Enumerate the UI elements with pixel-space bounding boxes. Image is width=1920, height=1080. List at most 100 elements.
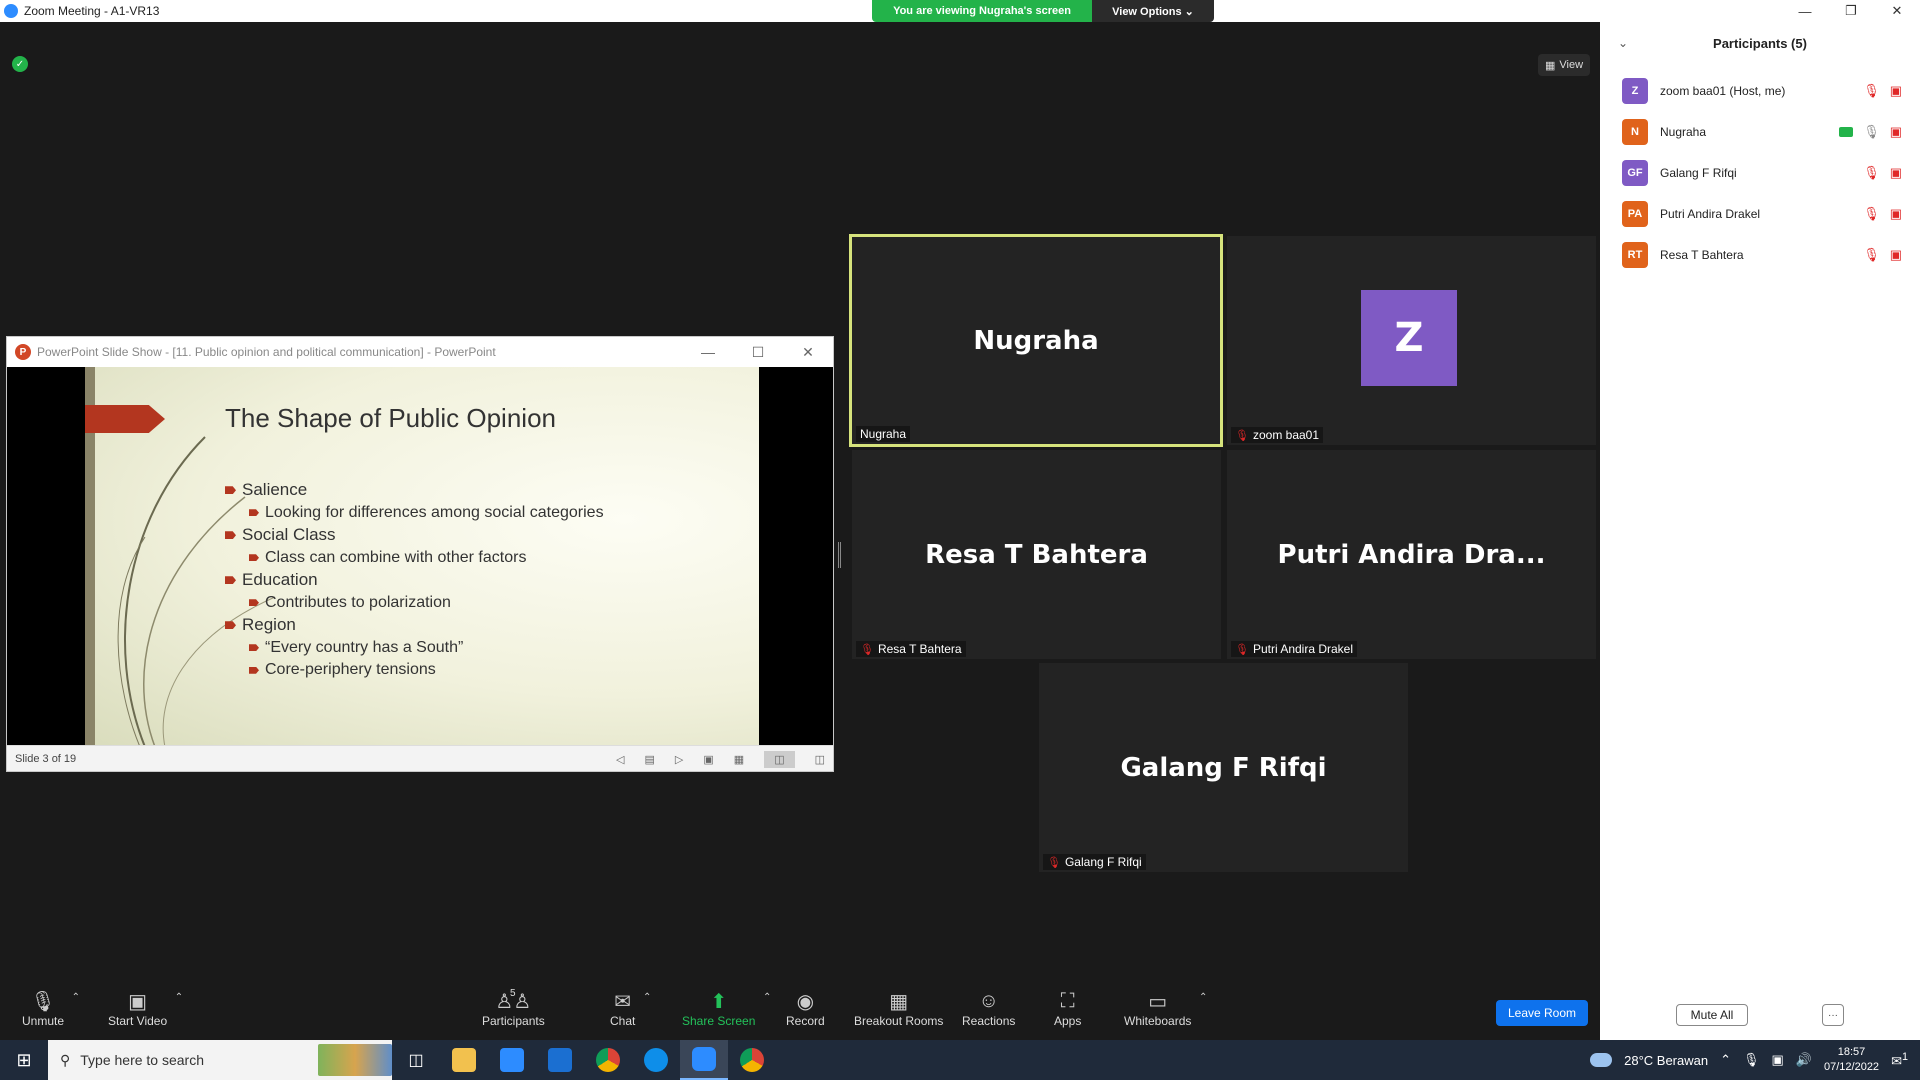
record-button[interactable]: ◉ Record	[786, 988, 825, 1029]
participant-row[interactable]: N Nugraha 🎙 ▣	[1622, 117, 1912, 147]
bullet-arrow-icon	[225, 531, 236, 540]
chevron-up-icon[interactable]: ⌃	[1199, 992, 1207, 1003]
mic-muted-icon: 🎙	[1863, 247, 1880, 262]
bullet-arrow-icon	[249, 644, 259, 652]
next-slide-icon[interactable]: ▷	[675, 753, 683, 766]
window-title: Zoom Meeting - A1-VR13	[24, 4, 160, 18]
view-button[interactable]: ▦ View	[1538, 54, 1590, 76]
video-tile[interactable]: Resa T Bahtera 🎙 Resa T Bahtera	[852, 450, 1221, 659]
search-input[interactable]: Type here to search	[80, 1052, 204, 1068]
ppt-maximize-icon[interactable]: ☐	[733, 337, 783, 367]
mic-tray-icon: 🎙	[1743, 1052, 1760, 1067]
chevron-up-icon[interactable]: ⌃	[72, 992, 80, 1003]
previous-slide-icon[interactable]: ◁	[616, 753, 624, 766]
share-screen-button[interactable]: ⬆ Share Screen ⌃	[682, 988, 771, 1029]
slide-counter: Slide 3 of 19	[15, 752, 77, 765]
start-video-button[interactable]: ▣ Start Video ⌃	[108, 988, 183, 1029]
participants-button[interactable]: ♙♙ 5 Participants	[482, 988, 545, 1028]
apps-icon: ⛶	[1060, 989, 1075, 1012]
more-options-button[interactable]: ···	[1822, 1004, 1844, 1026]
window-controls: — ❐ ✕	[1782, 0, 1920, 22]
view-options-button[interactable]: View Options ⌄	[1092, 0, 1214, 22]
file-explorer-icon[interactable]	[440, 1040, 488, 1080]
weather-text[interactable]: 28°C Berawan	[1624, 1053, 1708, 1068]
clock-date: 07/12/2022	[1824, 1061, 1880, 1073]
slide-sorter-icon[interactable]: ▦	[734, 753, 744, 766]
volume-icon[interactable]: 🔊	[1796, 1052, 1812, 1068]
clock[interactable]: 18:57 07/12/2022	[1824, 1045, 1879, 1075]
video-tile[interactable]: Galang F Rifqi 🎙 Galang F Rifqi	[1039, 663, 1408, 872]
participant-row[interactable]: Z zoom baa01 (Host, me) 🎙 ▣	[1622, 76, 1912, 106]
tile-name-label: 🎙 Putri Andira Drakel	[1231, 641, 1358, 657]
chevron-up-icon[interactable]: ⌃	[1720, 1052, 1731, 1068]
whiteboards-button[interactable]: ▭ Whiteboards ⌃	[1124, 988, 1207, 1029]
minimize-icon[interactable]: —	[1782, 0, 1828, 22]
windows-start-icon[interactable]: ⊞	[0, 1040, 48, 1080]
normal-view-icon[interactable]: ▣	[703, 753, 713, 766]
microsoft-store-icon[interactable]	[488, 1040, 536, 1080]
participants-panel: ⌄ Participants (5) Z zoom baa01 (Host, m…	[1600, 22, 1920, 1040]
tile-display-name: Putri Andira Dra...	[1277, 539, 1546, 570]
mute-all-button[interactable]: Mute All	[1676, 1004, 1748, 1026]
split-divider-handle[interactable]	[838, 542, 841, 568]
restore-icon[interactable]: ❐	[1828, 0, 1874, 22]
mic-muted-icon: 🎙	[1235, 429, 1249, 442]
screen-share-icon	[1839, 127, 1854, 137]
mail-icon[interactable]	[536, 1040, 584, 1080]
ppt-statusbar: Slide 3 of 19 ◁ ▤ ▷ ▣ ▦ ◫ ◫	[7, 745, 833, 771]
video-tile[interactable]: Nugraha Nugraha	[849, 234, 1223, 447]
zoom-taskbar-icon[interactable]	[680, 1040, 728, 1080]
search-icon: ⚲	[60, 1051, 71, 1068]
windows-taskbar: ⊞ ⚲ Type here to search ◫ 28°C Berawan ⌃…	[0, 1040, 1920, 1080]
participant-name: Putri Andira Drakel	[1660, 207, 1761, 221]
notifications-icon[interactable]: ✉1	[1891, 1051, 1908, 1069]
video-off-icon: ▣	[1889, 165, 1902, 180]
mic-muted-icon: 🎙	[860, 643, 874, 656]
reactions-button[interactable]: ☺ Reactions	[962, 988, 1015, 1029]
bullet-arrow-icon	[249, 554, 259, 562]
avatar: Z	[1361, 290, 1457, 386]
avatar: Z	[1622, 78, 1648, 104]
notes-icon[interactable]: ▤	[645, 753, 655, 766]
video-off-icon: ▣	[128, 990, 148, 1013]
breakout-rooms-button[interactable]: ▦ Breakout Rooms	[854, 988, 943, 1029]
chevron-up-icon[interactable]: ⌃	[175, 992, 183, 1003]
participant-row[interactable]: GF Galang F Rifqi 🎙 ▣	[1622, 158, 1912, 188]
screen-share-banner: You are viewing Nugraha's screen View Op…	[872, 0, 1214, 22]
leave-room-button[interactable]: Leave Room	[1496, 1000, 1588, 1026]
chevron-up-icon[interactable]: ⌃	[763, 992, 771, 1003]
close-icon[interactable]: ✕	[1874, 0, 1920, 22]
chrome-profile-icon[interactable]	[728, 1040, 776, 1080]
task-view-icon[interactable]: ◫	[392, 1040, 440, 1080]
network-icon[interactable]: ▣	[1772, 1052, 1784, 1068]
teamviewer-icon[interactable]	[632, 1040, 680, 1080]
ppt-minimize-icon[interactable]: —	[683, 337, 733, 367]
chrome-icon[interactable]	[584, 1040, 632, 1080]
unmute-button[interactable]: 🎙 Unmute ⌃	[22, 988, 80, 1029]
participant-row[interactable]: PA Putri Andira Drakel 🎙 ▣	[1622, 199, 1912, 229]
ppt-close-icon[interactable]: ✕	[783, 337, 833, 367]
chat-button[interactable]: ✉ Chat ⌃	[610, 988, 651, 1029]
chat-icon: ✉	[614, 990, 632, 1013]
mic-muted-icon: 🎙	[1235, 643, 1249, 656]
chevron-up-icon[interactable]: ⌃	[643, 992, 651, 1003]
video-tile[interactable]: Z 🎙 zoom baa01	[1227, 236, 1596, 445]
reading-view-icon[interactable]: ◫	[764, 750, 795, 768]
apps-button[interactable]: ⛶ Apps	[1054, 988, 1081, 1029]
avatar: N	[1622, 119, 1648, 145]
security-shield-icon[interactable]: ✓	[12, 56, 28, 72]
bullet-item: Social Class	[225, 524, 604, 547]
participant-row[interactable]: RT Resa T Bahtera 🎙 ▣	[1622, 240, 1912, 270]
video-tile[interactable]: Putri Andira Dra... 🎙 Putri Andira Drakel	[1227, 450, 1596, 659]
avatar: RT	[1622, 242, 1648, 268]
slide-title: The Shape of Public Opinion	[225, 403, 556, 433]
mic-muted-icon: 🎙	[30, 990, 56, 1013]
mic-muted-icon: 🎙	[1047, 856, 1061, 869]
slide-bullets: Salience Looking for differences among s…	[225, 479, 604, 682]
powerpoint-window[interactable]: P PowerPoint Slide Show - [11. Public op…	[6, 336, 834, 772]
zoom-logo-icon	[4, 4, 18, 18]
taskbar-search[interactable]: ⚲ Type here to search	[48, 1040, 392, 1080]
slideshow-icon[interactable]: ◫	[815, 753, 825, 766]
view-label: View	[1559, 59, 1584, 71]
meeting-stage: ✓ ▦ View P PowerPoint Slide Show - [11. …	[0, 22, 1600, 982]
